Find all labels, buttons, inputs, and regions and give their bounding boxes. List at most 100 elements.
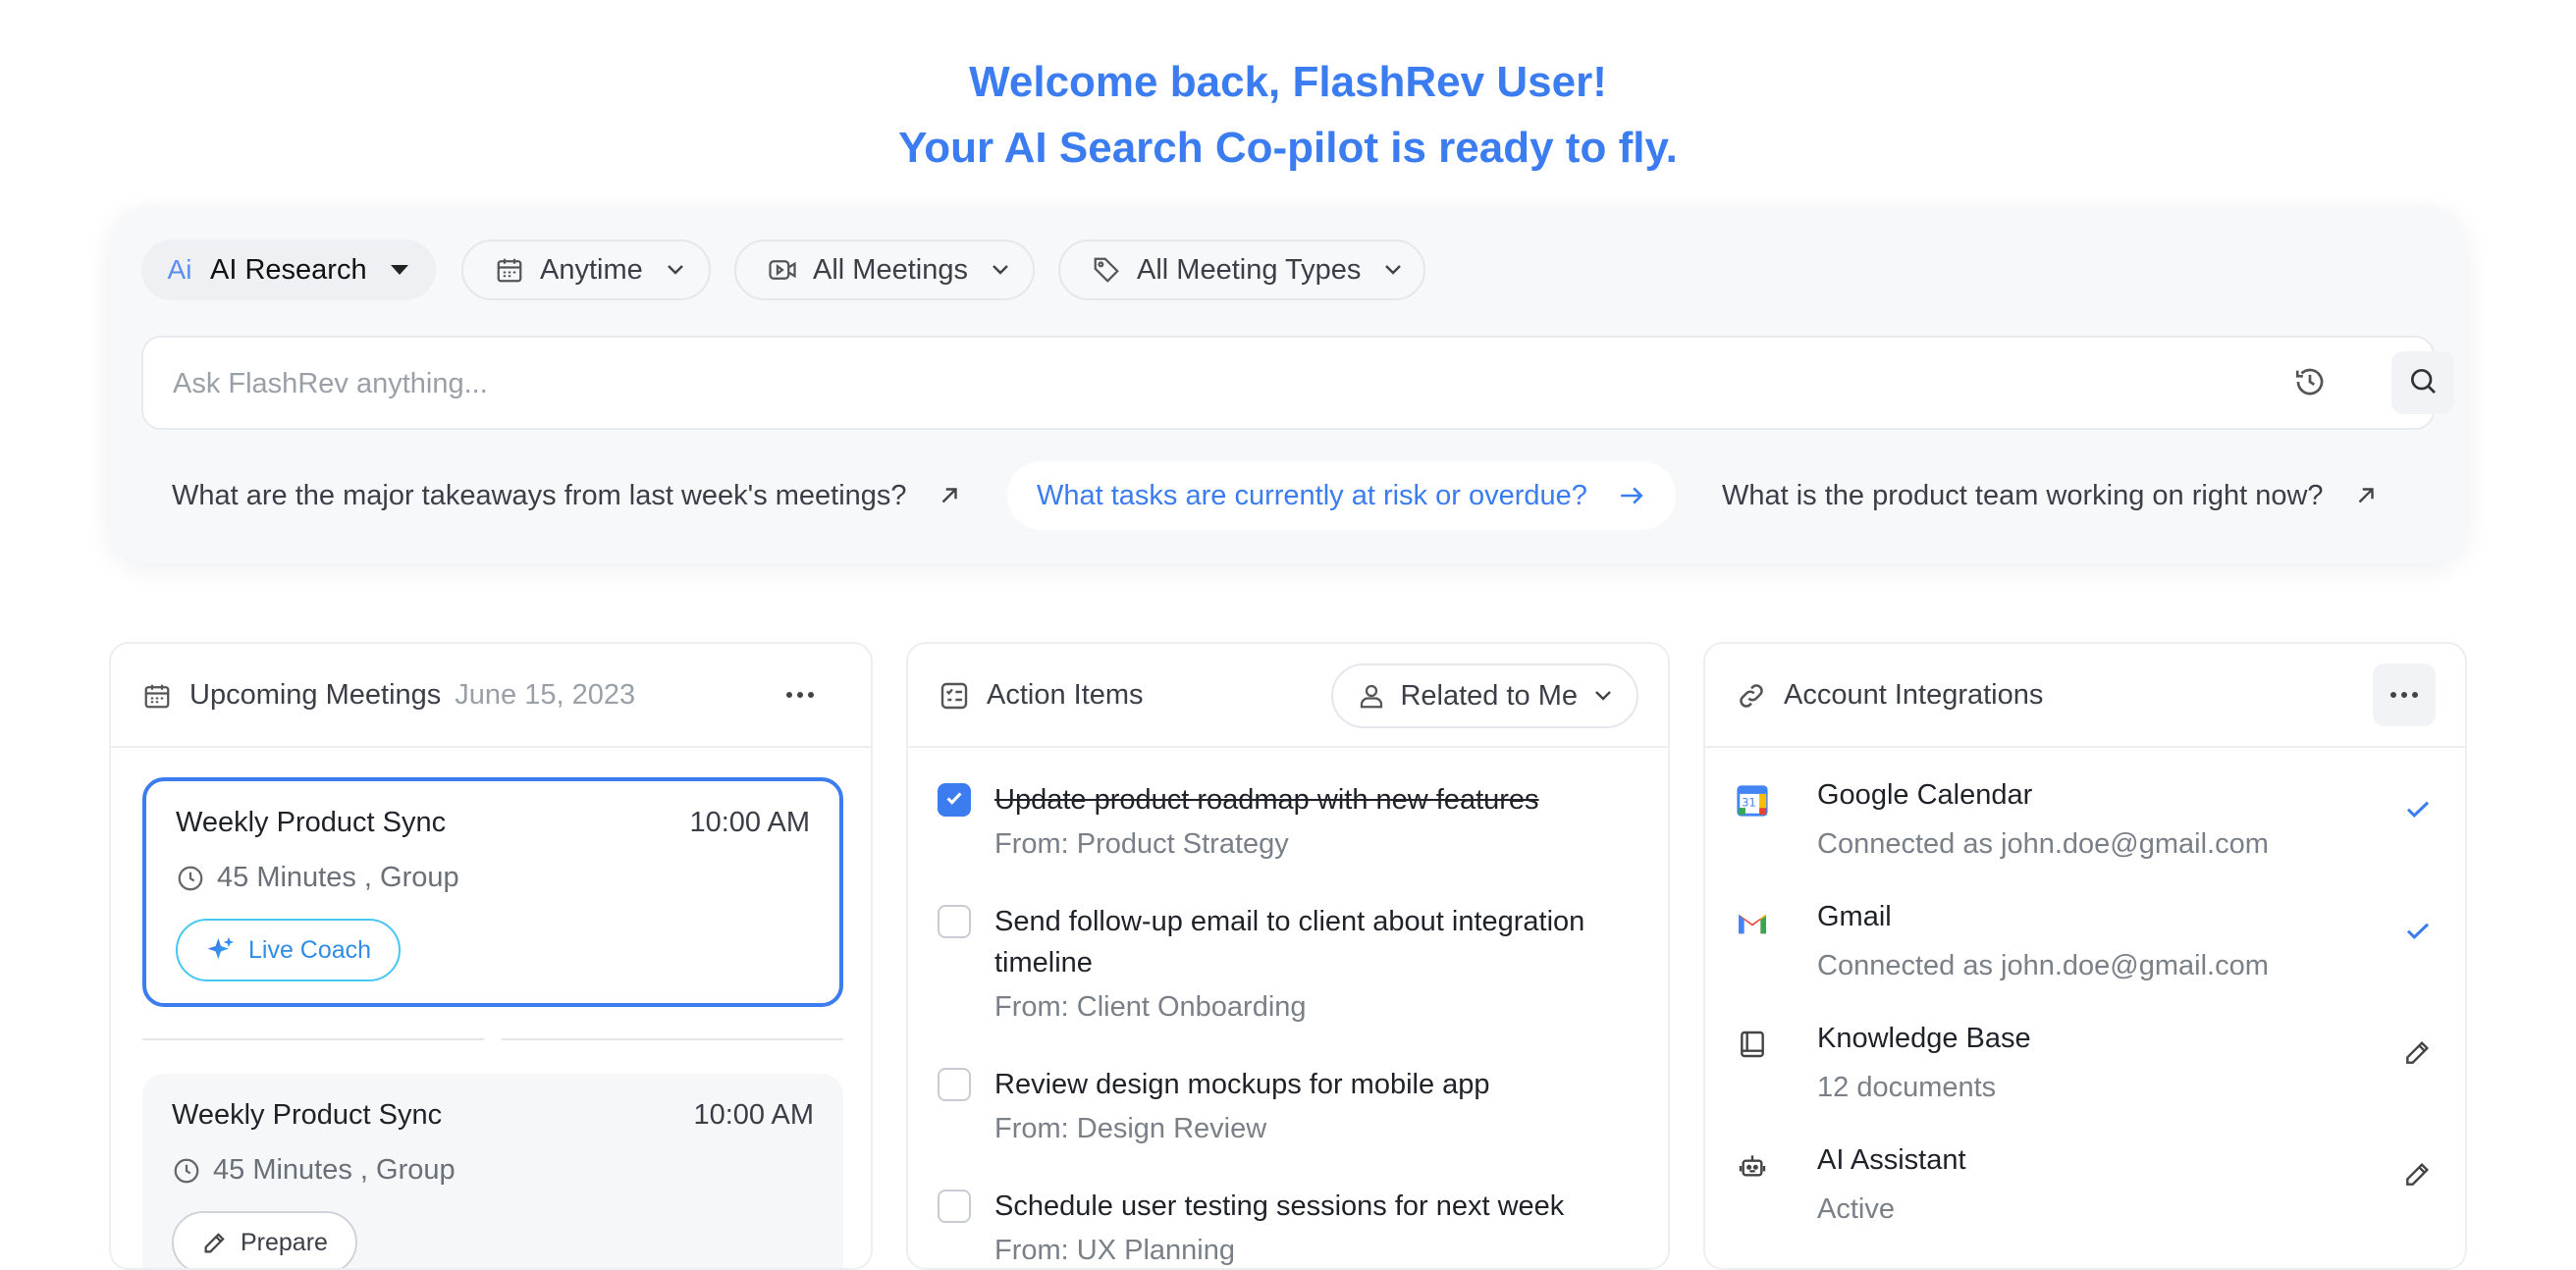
upcoming-date: June 15, 2023 — [455, 679, 636, 711]
gmail-icon — [1735, 905, 1770, 940]
integration-name: Google Calendar — [1817, 779, 2033, 811]
mode-label: AI Research — [210, 253, 367, 286]
more-icon — [785, 686, 815, 704]
action-checkbox[interactable] — [938, 1068, 971, 1101]
search-panel: Ai AI Research Anytime All Meetings All … — [109, 206, 2467, 563]
check-icon — [2398, 911, 2438, 950]
prepare-button[interactable]: Prepare — [172, 1211, 357, 1268]
panel-header: Upcoming Meetings June 15, 2023 — [111, 644, 871, 748]
arrow-up-right-icon — [937, 483, 962, 508]
meeting-title: Weekly Product Sync — [172, 1099, 443, 1131]
chevron-down-icon — [984, 253, 1017, 287]
action-text: Send follow-up email to client about int… — [994, 906, 1585, 979]
calendar-icon — [493, 253, 526, 287]
meeting-time: 10:00 AM — [689, 807, 810, 838]
panel-title: Account Integrations — [1784, 679, 2044, 711]
calendar-icon — [140, 679, 174, 713]
divider — [142, 1038, 484, 1040]
integration-item[interactable]: Gmail Connected as john.doe@gmail.com — [1735, 901, 2442, 1009]
meeting-types-dropdown[interactable]: All Meeting Types — [1058, 239, 1425, 300]
edit-icon[interactable] — [2398, 1154, 2438, 1193]
meeting-card[interactable]: Weekly Product Sync 10:00 AM 45 Minutes … — [142, 1074, 843, 1268]
search-button[interactable] — [2391, 351, 2454, 414]
integration-item[interactable]: Knowledge Base 12 documents — [1735, 1023, 2442, 1131]
sparkle-icon — [205, 934, 237, 966]
meeting-details: 45 Minutes , Group — [176, 862, 459, 894]
welcome-title: Welcome back, FlashRev User! — [969, 58, 1607, 106]
search-icon — [2407, 365, 2439, 401]
integration-detail: Connected as john.doe@gmail.com — [1817, 950, 2269, 981]
arrow-right-icon — [1617, 483, 1646, 508]
check-icon — [2398, 789, 2438, 828]
robot-icon — [1735, 1148, 1770, 1184]
history-icon — [2293, 365, 2327, 403]
check-icon — [943, 787, 965, 814]
action-source: From: Design Review — [994, 1113, 1267, 1144]
action-source: From: Product Strategy — [994, 828, 1289, 860]
ai-icon: Ai — [167, 254, 192, 285]
meetings-filter-dropdown[interactable]: All Meetings — [734, 239, 1035, 300]
suggestion-item-active[interactable]: What tasks are currently at risk or over… — [1007, 461, 1676, 530]
video-icon — [766, 253, 799, 287]
suggestion-text: What tasks are currently at risk or over… — [1037, 479, 1587, 511]
action-items-panel: Action Items Related to Me Update produc… — [906, 642, 1670, 1270]
mode-dropdown[interactable]: Ai AI Research — [141, 239, 436, 300]
checklist-icon — [938, 679, 971, 713]
integration-detail: Connected as john.doe@gmail.com — [1817, 828, 2269, 860]
panel-title: Upcoming Meetings June 15, 2023 — [189, 679, 635, 712]
integration-detail: Active — [1817, 1193, 1895, 1225]
chevron-down-icon — [1593, 689, 1613, 703]
account-integrations-panel: Account Integrations 31 Google Calendar … — [1703, 642, 2467, 1270]
search-box — [141, 336, 2454, 430]
integration-name: AI Assistant — [1817, 1144, 1966, 1176]
more-options-button[interactable] — [2373, 663, 2436, 726]
suggestion-item[interactable]: What are the major takeaways from last w… — [172, 461, 962, 530]
suggestion-item[interactable]: What is the product team working on righ… — [1722, 461, 2379, 530]
meetings-filter-label: All Meetings — [813, 253, 968, 286]
book-icon — [1735, 1027, 1770, 1062]
prepare-label: Prepare — [241, 1228, 328, 1256]
arrow-up-right-icon — [2353, 483, 2379, 508]
time-filter-label: Anytime — [540, 253, 643, 286]
chevron-down-icon — [1376, 253, 1410, 287]
tag-icon — [1090, 253, 1123, 287]
panel-title: Action Items — [987, 679, 1144, 711]
meeting-details: 45 Minutes , Group — [172, 1154, 456, 1187]
svg-text:31: 31 — [1742, 796, 1755, 810]
suggestion-text: What is the product team working on righ… — [1722, 479, 2324, 511]
live-coach-label: Live Coach — [248, 935, 372, 964]
upcoming-title: Upcoming Meetings — [189, 679, 442, 711]
history-button[interactable] — [2283, 357, 2336, 410]
action-checkbox[interactable] — [938, 1190, 971, 1223]
time-filter-dropdown[interactable]: Anytime — [461, 239, 711, 300]
action-source: From: UX Planning — [994, 1235, 1235, 1266]
integration-item[interactable]: 31 Google Calendar Connected as john.doe… — [1735, 779, 2442, 887]
google-calendar-icon: 31 — [1735, 783, 1770, 819]
integration-item[interactable]: AI Assistant Active — [1735, 1144, 2442, 1252]
meeting-types-label: All Meeting Types — [1137, 253, 1362, 286]
clock-icon — [176, 864, 205, 893]
clock-icon — [172, 1156, 201, 1186]
meeting-duration: 45 Minutes , Group — [217, 862, 459, 893]
welcome-header: Welcome back, FlashRev User! Your AI Sea… — [0, 49, 2576, 181]
action-text: Update product roadmap with new features — [994, 784, 1539, 816]
meeting-title: Weekly Product Sync — [176, 807, 447, 838]
more-options-button[interactable] — [769, 663, 832, 726]
caret-down-icon — [383, 253, 416, 287]
edit-icon[interactable] — [2398, 1032, 2438, 1072]
action-source: From: Client Onboarding — [994, 991, 1307, 1023]
search-input[interactable] — [173, 359, 2234, 408]
panel-header: Account Integrations — [1705, 644, 2465, 748]
action-checkbox[interactable] — [938, 905, 971, 938]
action-checkbox-checked[interactable] — [938, 783, 971, 817]
integration-name: Knowledge Base — [1817, 1023, 2031, 1054]
meeting-time: 10:00 AM — [693, 1099, 814, 1131]
live-coach-button[interactable]: Live Coach — [176, 919, 402, 981]
meeting-card-selected[interactable]: Weekly Product Sync 10:00 AM 45 Minutes … — [142, 777, 843, 1007]
user-icon — [1357, 681, 1386, 711]
action-text: Review design mockups for mobile app — [994, 1069, 1490, 1100]
related-filter-label: Related to Me — [1400, 679, 1578, 712]
panel-header: Action Items Related to Me — [908, 644, 1668, 748]
divider — [502, 1038, 843, 1040]
related-filter-dropdown[interactable]: Related to Me — [1331, 663, 1638, 728]
